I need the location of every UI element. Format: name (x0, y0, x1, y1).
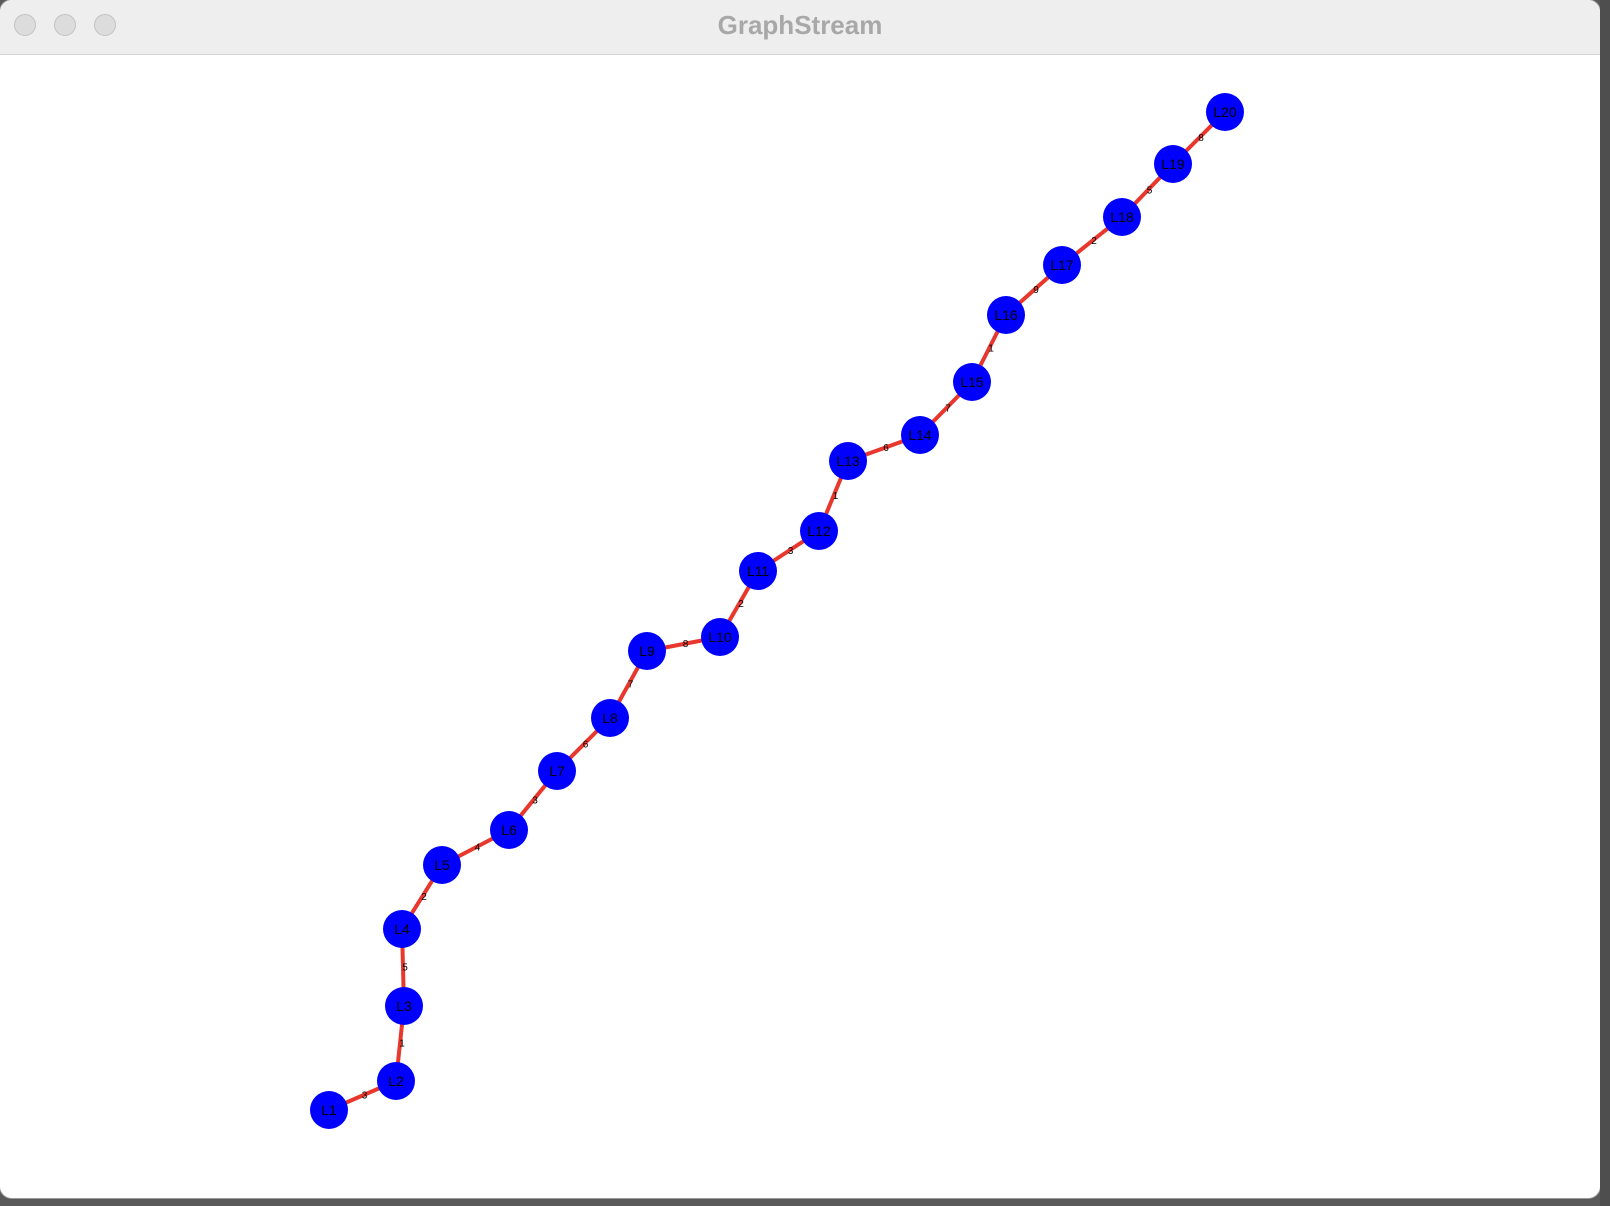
edge-weight-label: 6 (883, 443, 889, 454)
graph-node-L20[interactable]: L20 (1206, 93, 1244, 131)
node-label: L20 (1213, 104, 1237, 120)
graph-node-L16[interactable]: L16 (987, 296, 1025, 334)
node-label: L17 (1050, 257, 1074, 273)
graph-node-L11[interactable]: L11 (739, 552, 777, 590)
edge-weight-label: 1 (399, 1039, 405, 1050)
graph-node-L18[interactable]: L18 (1103, 198, 1141, 236)
title-bar[interactable]: GraphStream (0, 0, 1600, 55)
edge-weight-label: 8 (1198, 133, 1204, 144)
graph-node-L5[interactable]: L5 (423, 846, 461, 884)
edge-weight-label: 5 (1147, 186, 1153, 197)
edge-weight-label: 7 (945, 404, 951, 415)
edge-weight-label: 7 (628, 680, 634, 691)
graph-node-L7[interactable]: L7 (538, 752, 576, 790)
node-label: L18 (1110, 209, 1134, 225)
nodes-layer: L1 L2 L3 L4 L5 L6 L7 L8 L9 L10 L11 L12 L13 L14 L15 L16 L… (310, 93, 1244, 1129)
node-label: L14 (908, 427, 932, 443)
graph-node-L6[interactable]: L6 (490, 811, 528, 849)
node-label: L3 (396, 998, 412, 1014)
graph-node-L9[interactable]: L9 (628, 632, 666, 670)
node-label: L1 (321, 1102, 337, 1118)
edge-weight-label: 3 (788, 546, 794, 557)
node-label: L11 (747, 563, 770, 579)
edge-weight-label: 1 (988, 344, 994, 355)
node-label: L6 (501, 822, 517, 838)
node-label: L13 (836, 453, 860, 469)
edges-layer (328, 110, 1227, 1112)
node-label: L8 (602, 710, 618, 726)
window-title: GraphStream (717, 10, 883, 40)
graph-node-L19[interactable]: L19 (1154, 145, 1192, 183)
graph-node-L8[interactable]: L8 (591, 699, 629, 737)
graph-node-L17[interactable]: L17 (1043, 246, 1081, 284)
edge-weight-label: 6 (583, 740, 589, 751)
graph-node-L3[interactable]: L3 (385, 987, 423, 1025)
graph-node-L1[interactable]: L1 (310, 1091, 348, 1129)
graph-node-L4[interactable]: L4 (383, 910, 421, 948)
graph-node-L15[interactable]: L15 (953, 363, 991, 401)
edge-weight-label: 4 (475, 843, 481, 854)
graph-node-L14[interactable]: L14 (901, 416, 939, 454)
desktop-edge (1600, 0, 1610, 1206)
node-label: L2 (388, 1073, 404, 1089)
edge-weight-label: 1 (833, 491, 839, 502)
edge-weight-label: 8 (683, 639, 689, 650)
node-label: L9 (639, 643, 655, 659)
graph-node-L12[interactable]: L12 (800, 512, 838, 550)
edge-weight-label: 2 (421, 892, 427, 903)
graphstream-window: GraphStream 3 1 5 2 4 3 6 7 8 2 3 1 6 7 1 9 2 5 8 L1 L2 L3 L4… (0, 0, 1600, 1198)
edge-weight-label: 2 (1091, 236, 1097, 247)
node-label: L19 (1161, 156, 1185, 172)
edge-weight-label: 2 (738, 599, 744, 610)
node-label: L5 (434, 857, 450, 873)
edge-labels-layer: 3 1 5 2 4 3 6 7 8 2 3 1 6 7 1 9 2 5 8 (362, 133, 1205, 1102)
edge-weight-label: 3 (532, 796, 538, 807)
graph-view[interactable]: 3152436782316719258 L1L2L3L4L5L6L7L8L9L1… (0, 55, 1600, 1198)
node-label: L16 (994, 307, 1018, 323)
edge-weight-label: 3 (362, 1091, 368, 1102)
node-label: L15 (960, 374, 984, 390)
graph-node-L13[interactable]: L13 (829, 442, 867, 480)
node-label: L10 (708, 629, 732, 645)
graph-node-L10[interactable]: L10 (701, 618, 739, 656)
node-label: L7 (549, 763, 565, 779)
edge-weight-label: 5 (402, 963, 408, 974)
node-label: L12 (807, 523, 831, 539)
graph-node-L2[interactable]: L2 (377, 1062, 415, 1100)
edge-weight-label: 9 (1033, 285, 1039, 296)
graph-canvas[interactable]: 3152436782316719258 L1 L2 L3 L4 L5 L6 L7 L8 L9 L1… (0, 55, 1600, 1198)
node-label: L4 (394, 921, 410, 937)
